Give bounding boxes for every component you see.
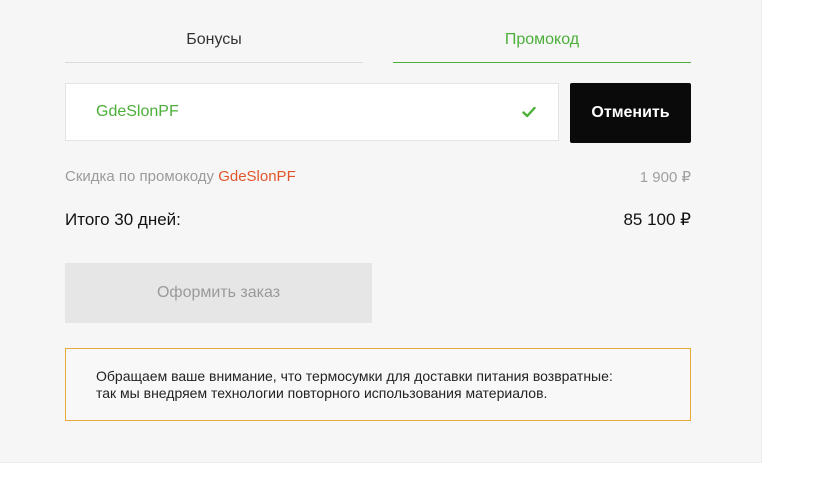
notice-box: Обращаем ваше внимание, что термосумки д… [65,348,691,421]
discount-label-text: Скидка по промокоду [65,168,219,185]
discount-tabs: Бонусы Промокод [65,22,691,63]
notice-line-1: Обращаем ваше внимание, что термосумки д… [96,368,613,384]
discount-value: 1 900 ₽ [639,169,691,186]
discount-row: Скидка по промокоду GdeSlonPF 1 900 ₽ [65,168,691,190]
notice-line-2: так мы внедряем технологии повторного ис… [96,385,548,401]
tab-bonuses[interactable]: Бонусы [65,22,363,63]
place-order-button[interactable]: Оформить заказ [65,263,372,323]
total-row: Итого 30 дней: 85 100 ₽ [65,210,691,234]
discount-label: Скидка по промокоду GdeSlonPF [65,168,296,185]
total-label: Итого 30 дней: [65,210,181,229]
promocode-value: GdeSlonPF [96,103,179,120]
cancel-promocode-button[interactable]: Отменить [570,83,691,143]
discount-code: GdeSlonPF [218,168,296,185]
order-summary-panel: Бонусы Промокод GdeSlonPF Отменить Скидк… [0,0,762,463]
total-value: 85 100 ₽ [623,210,691,229]
promocode-input[interactable]: GdeSlonPF [65,83,559,141]
check-icon [522,106,536,118]
tab-promocode[interactable]: Промокод [393,22,691,63]
